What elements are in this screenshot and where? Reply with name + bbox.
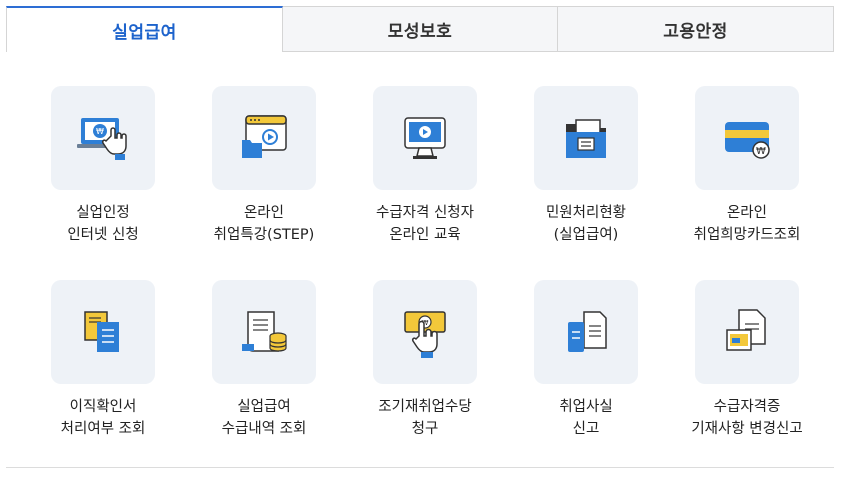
service-unemployment-online-claim[interactable]: ₩ 실업인정 인터넷 신청 [23,86,183,246]
monitor-play-icon [404,117,446,159]
phone-document-icon [568,311,607,352]
service-label-line1: 민원처리현황 [545,205,627,221]
service-job-hope-card[interactable]: ₩ 온라인 취업희망카드조회 [667,86,827,246]
document-letter-icon [726,309,766,351]
service-icon-box [534,86,638,190]
video-lecture-icon [242,115,287,158]
service-icon-box [373,86,477,190]
service-icon-box [534,280,638,384]
service-label-line1: 조기재취업수당 [378,399,472,415]
tab-maternity-protection[interactable]: 모성보호 [283,6,558,52]
service-icon-box: ₩ [695,86,799,190]
receipt-coins-icon [242,311,287,352]
service-label-line1: 온라인 [726,205,767,221]
service-icon-box [212,280,316,384]
hand-banknote-icon: ₩ [404,311,446,358]
service-label-line2: 신고 [572,421,600,437]
tab-employment-stability[interactable]: 고용안정 [558,6,834,52]
svg-text:₩: ₩ [756,146,766,157]
tab-bar: 실업급여 모성보호 고용안정 [6,6,834,52]
folder-document-icon [566,119,606,158]
service-label-line2: 인터넷 신청 [67,227,139,243]
service-early-reemployment-allowance[interactable]: ₩ 조기재취업수당 청구 [345,280,505,440]
service-label-line1: 수급자격증 [713,399,781,415]
service-icon-box [51,280,155,384]
service-label-line2: 처리여부 조회 [60,421,146,437]
service-panel: 실업급여 모성보호 고용안정 ₩ 실업인정 인터넷 신청 온라인 취업특강(ST… [6,6,834,468]
service-icon-box: ₩ [373,280,477,384]
service-eligibility-change-report[interactable]: 수급자격증 기재사항 변경신고 [667,280,827,440]
service-separation-certificate[interactable]: 이직확인서 처리여부 조회 [23,280,183,440]
service-icon-box [695,280,799,384]
tab-unemployment-benefit[interactable]: 실업급여 [6,6,283,52]
service-icon-box [212,86,316,190]
service-online-job-lecture[interactable]: 온라인 취업특강(STEP) [184,86,344,246]
documents-stack-icon [84,311,119,352]
service-label-line1: 이직확인서 [69,399,137,415]
service-icon-box: ₩ [51,86,155,190]
service-label-line1: 실업인정 [76,205,130,221]
laptop-won-hand-icon: ₩ [77,118,127,160]
service-label-line2: 청구 [411,421,439,437]
service-employment-report[interactable]: 취업사실 신고 [506,280,666,440]
service-label-line2: 기재사항 변경신고 [691,421,803,437]
service-label-line2: 취업특강(STEP) [213,227,315,243]
service-label-line2: 온라인 교육 [389,227,461,243]
service-online-education[interactable]: 수급자격 신청자 온라인 교육 [345,86,505,246]
service-label-line2: 수급내역 조회 [221,421,307,437]
service-label-line1: 실업급여 [237,399,291,415]
service-label-line1: 수급자격 신청자 [376,205,474,221]
card-won-icon: ₩ [725,122,770,159]
service-label-line1: 온라인 [243,205,284,221]
service-complaint-status[interactable]: 민원처리현황 (실업급여) [506,86,666,246]
service-label-line2: (실업급여) [553,227,619,243]
svg-text:₩: ₩ [96,127,104,136]
service-benefit-history[interactable]: 실업급여 수급내역 조회 [184,280,344,440]
service-label-line1: 취업사실 [559,399,613,415]
service-label-line2: 취업희망카드조회 [693,227,801,243]
